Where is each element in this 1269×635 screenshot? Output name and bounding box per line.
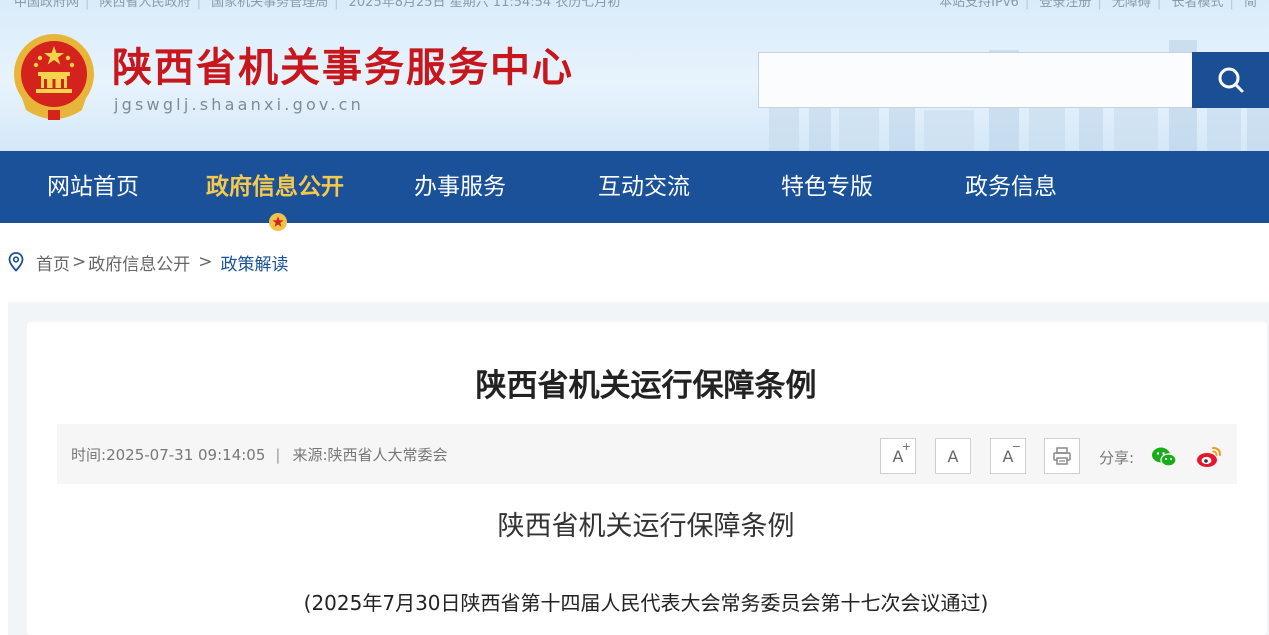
meta-source: 陕西省人大常委会 (327, 446, 448, 464)
meta-time: 2025-07-31 09:14:05 (106, 446, 266, 464)
font-normal-label: A (947, 447, 959, 466)
topbar-right-links: 本站支持IPv6 | 登录注册 | 无障碍 | 长者模式 | 简 (939, 0, 1263, 10)
nav-item-news[interactable]: 政务信息 (965, 151, 1057, 223)
weibo-icon[interactable] (1196, 444, 1222, 470)
nav-item-gov-info[interactable]: 政府信息公开 (206, 151, 344, 223)
breadcrumb-current[interactable]: 政策解读 (221, 250, 289, 275)
star-icon (272, 216, 284, 227)
topbar-left-links: 中国政府网 | 陕西省人民政府 | 国家机关事务管理局 | 2025年8月25日 星期… (14, 0, 626, 10)
topbar-link-province[interactable]: 陕西省人民政府 (100, 0, 191, 10)
breadcrumb: 首页 > 政府信息公开 > 政策解读 (8, 248, 289, 276)
article-body-note: (2025年7月30日陕西省第十四届人民代表大会常务委员会第十七次会议通过) (303, 591, 989, 615)
topbar-link-ministry[interactable]: 国家机关事务管理局 (211, 0, 328, 10)
article-meta: 时间:2025-07-31 09:14:05 | 来源:陕西省人大常委会 (71, 444, 448, 465)
topbar-accessibility[interactable]: 无障碍 (1112, 0, 1151, 10)
meta-source-label: 来源: (292, 446, 328, 464)
wechat-icon[interactable] (1151, 444, 1177, 470)
topbar-elder-mode[interactable]: 长者模式 (1171, 0, 1223, 10)
breadcrumb-separator: > (72, 252, 87, 272)
topbar-login[interactable]: 登录注册 (1039, 0, 1091, 10)
location-pin-icon (8, 252, 24, 272)
nav-item-home[interactable]: 网站首页 (47, 151, 139, 223)
font-large-button[interactable]: A + (880, 438, 916, 474)
breadcrumb-home[interactable]: 首页 (36, 250, 70, 275)
breadcrumb-gov-info[interactable]: 政府信息公开 (88, 250, 190, 275)
font-small-button[interactable]: A − (990, 438, 1026, 474)
national-emblem-icon[interactable] (12, 32, 96, 120)
topbar-simplified[interactable]: 简 (1244, 0, 1257, 10)
breadcrumb-separator: > (198, 252, 213, 272)
meta-time-label: 时间: (71, 446, 107, 464)
printer-icon (1053, 447, 1071, 465)
nav-item-interaction[interactable]: 互动交流 (598, 151, 690, 223)
topbar-ipv6: 本站支持IPv6 (939, 0, 1019, 10)
site-domain: jgswglj.shaanxi.gov.cn (114, 95, 364, 114)
search-input[interactable] (758, 52, 1194, 108)
site-header: 中国政府网 | 陕西省人民政府 | 国家机关事务管理局 | 2025年8月25日 星期… (0, 0, 1269, 151)
article-title: 陕西省机关运行保障条例 (475, 368, 817, 404)
nav-item-services[interactable]: 办事服务 (414, 151, 506, 223)
search-button[interactable] (1192, 52, 1269, 108)
share-label: 分享: (1099, 449, 1135, 467)
font-large-mark: + (901, 440, 911, 453)
search-icon (1218, 67, 1243, 93)
font-normal-button[interactable]: A (935, 438, 971, 474)
top-utility-bar: 中国政府网 | 陕西省人民政府 | 国家机关事务管理局 | 2025年8月25日 星期… (0, 0, 1269, 11)
active-nav-star-icon (269, 213, 287, 231)
meta-divider: | (275, 446, 281, 464)
topbar-link-gov[interactable]: 中国政府网 (14, 0, 79, 10)
nav-item-special[interactable]: 特色专版 (781, 151, 873, 223)
main-nav: 网站首页 政府信息公开 办事服务 互动交流 特色专版 政务信息 (0, 151, 1269, 223)
font-small-mark: − (1011, 440, 1021, 453)
article-body-title: 陕西省机关运行保障条例 (497, 511, 795, 542)
print-button[interactable] (1044, 438, 1080, 474)
site-title[interactable]: 陕西省机关事务服务中心 (112, 44, 574, 92)
topbar-date: 2025年8月25日 星期六 11:54:54 农历七月初 (348, 0, 621, 10)
